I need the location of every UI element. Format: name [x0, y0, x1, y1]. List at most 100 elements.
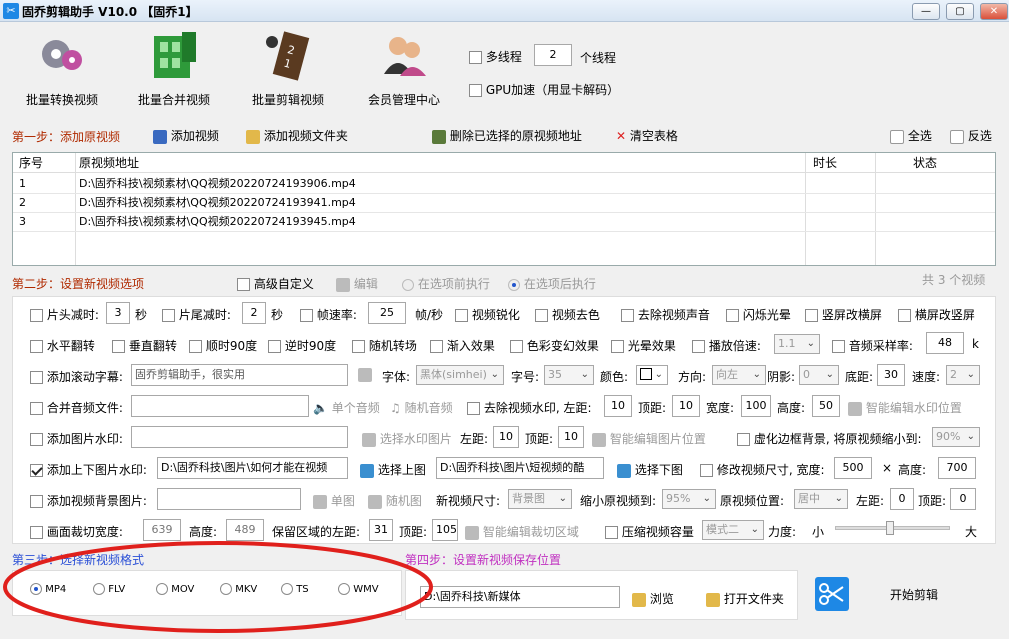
flash-option[interactable]: 闪烁光晕 [726, 306, 791, 323]
bg-image-input[interactable] [157, 488, 301, 510]
keep-left-input[interactable]: 31 [369, 519, 393, 541]
new-size-select[interactable]: 背景图 [508, 489, 572, 509]
remove-watermark-checkbox[interactable] [467, 402, 480, 415]
video-table[interactable]: 序号 原视频地址 时长 状态 1 D:\固乔科技\视频素材\QQ视频202207… [12, 152, 996, 266]
head-cut-checkbox[interactable] [30, 309, 43, 322]
v2h-option[interactable]: 竖屏改横屏 [805, 306, 882, 323]
hflip-option[interactable]: 水平翻转 [30, 337, 95, 354]
img-top-input[interactable]: 10 [558, 426, 584, 448]
wm-height-input[interactable]: 50 [812, 395, 840, 417]
compress-mode-select[interactable]: 模式二 [702, 520, 764, 540]
color-picker[interactable] [636, 365, 668, 385]
scissors-start-icon[interactable] [815, 577, 849, 611]
bg-image-checkbox[interactable] [30, 495, 43, 508]
image-watermark-input[interactable] [131, 426, 348, 448]
position-select[interactable]: 居中 [794, 489, 848, 509]
format-mp4-option[interactable]: MP4 [30, 583, 66, 595]
bottom-image-path-input[interactable]: D:\固乔科技\图片\短视频的酷 [436, 457, 604, 479]
color-fx-checkbox[interactable] [510, 340, 523, 353]
shadow-select[interactable]: 0 [799, 365, 839, 385]
wm-left-input[interactable]: 10 [604, 395, 632, 417]
sharpen-option[interactable]: 视频锐化 [455, 306, 520, 323]
select-all-button[interactable]: 全选 [890, 127, 932, 144]
scroll-speed-select[interactable]: 2 [946, 365, 980, 385]
resize-width-input[interactable]: 500 [834, 457, 872, 479]
header-duration[interactable]: 时长 [813, 153, 837, 173]
keep-top-input[interactable]: 105 [432, 519, 458, 541]
head-cut-option[interactable]: 片头减时: [30, 306, 99, 323]
table-row[interactable]: 3 D:\固乔科技\视频素材\QQ视频20220724193945.mp4 [13, 213, 995, 232]
scroll-subtitle-input[interactable]: 固乔剪辑助手，很实用 [131, 364, 348, 386]
smart-crop-button[interactable]: 智能编辑裁切区域 [465, 523, 579, 540]
header-path[interactable]: 原视频地址 [79, 153, 139, 173]
single-image-button[interactable]: 单图 [313, 492, 355, 509]
shrink-select[interactable]: 95% [662, 489, 716, 509]
format-radio[interactable] [93, 583, 105, 595]
top-image-path-input[interactable]: D:\固乔科技\图片\如何才能在视频 [157, 457, 348, 479]
save-path-input[interactable]: D:\固乔科技\新媒体 [420, 586, 620, 608]
remove-audio-checkbox[interactable] [621, 309, 634, 322]
advanced-checkbox[interactable] [237, 278, 250, 291]
after-option[interactable]: 在选项后执行 [508, 275, 596, 292]
multithread-checkbox[interactable] [469, 51, 482, 64]
header-status[interactable]: 状态 [913, 153, 937, 173]
decolor-checkbox[interactable] [535, 309, 548, 322]
merge-audio-checkbox[interactable] [30, 402, 43, 415]
v2h-checkbox[interactable] [805, 309, 818, 322]
remove-watermark-option[interactable]: 去除视频水印, 左距: [467, 399, 592, 416]
bottom-input[interactable]: 30 [877, 364, 905, 386]
add-video-button[interactable]: 添加视频 [153, 127, 219, 144]
format-mkv-option[interactable]: MKV [220, 583, 257, 595]
format-radio[interactable] [220, 583, 232, 595]
smart-image-button[interactable]: 智能编辑图片位置 [592, 430, 706, 447]
image-watermark-option[interactable]: 添加图片水印: [30, 430, 123, 447]
crop-width-input[interactable]: 639 [143, 519, 181, 541]
select-top-image-button[interactable]: 选择上图 [360, 461, 426, 478]
batch-merge-button[interactable]: 批量合并视频 [124, 30, 224, 108]
table-row[interactable]: 1 D:\固乔科技\视频素材\QQ视频20220724193906.mp4 [13, 175, 995, 194]
pos-left-input[interactable]: 0 [890, 488, 914, 510]
single-audio-button[interactable]: 🔈 单个音频 [313, 399, 380, 416]
fps-checkbox[interactable] [300, 309, 313, 322]
format-radio[interactable] [156, 583, 168, 595]
merge-audio-option[interactable]: 合并音频文件: [30, 399, 123, 416]
before-option[interactable]: 在选项前执行 [402, 275, 490, 292]
top-bottom-image-option[interactable]: 添加上下图片水印: [30, 461, 147, 478]
minimize-button[interactable]: — [912, 3, 940, 20]
fade-in-checkbox[interactable] [430, 340, 443, 353]
gpu-checkbox[interactable] [469, 84, 482, 97]
resize-checkbox[interactable] [700, 464, 713, 477]
sample-rate-option[interactable]: 音频采样率: [832, 337, 913, 354]
clear-table-button[interactable]: ✕ 清空表格 [616, 127, 678, 144]
random-image-button[interactable]: 随机图 [368, 492, 422, 509]
speed-checkbox[interactable] [692, 340, 705, 353]
member-center-button[interactable]: 会员管理中心 [354, 30, 454, 108]
close-button[interactable]: ✕ [980, 3, 1008, 20]
tail-cut-checkbox[interactable] [162, 309, 175, 322]
start-edit-button[interactable]: 开始剪辑 [890, 586, 938, 603]
wm-width-input[interactable]: 100 [741, 395, 771, 417]
select-watermark-image-button[interactable]: 选择水印图片 [362, 430, 452, 447]
add-folder-button[interactable]: 添加视频文件夹 [246, 127, 348, 144]
resize-option[interactable]: 修改视频尺寸, 宽度: [700, 461, 825, 478]
edit-text-icon[interactable] [358, 368, 372, 382]
strength-slider-knob[interactable] [886, 521, 894, 535]
crop-option[interactable]: 画面裁切宽度: [30, 523, 123, 540]
halo-option[interactable]: 光晕效果 [611, 337, 676, 354]
pos-top-input[interactable]: 0 [950, 488, 976, 510]
img-left-input[interactable]: 10 [493, 426, 519, 448]
delete-selected-button[interactable]: 删除已选择的原视频地址 [432, 127, 582, 144]
gpu-option[interactable]: GPU加速（用显卡解码） [469, 81, 619, 98]
random-audio-button[interactable]: ♫ 随机音频 [390, 399, 453, 416]
fps-option[interactable]: 帧速率: [300, 306, 357, 323]
format-wmv-option[interactable]: WMV [338, 583, 379, 595]
fps-input[interactable]: 25 [368, 302, 406, 324]
open-folder-button[interactable]: 打开文件夹 [706, 590, 784, 607]
random-transition-option[interactable]: 随机转场 [352, 337, 417, 354]
advanced-option[interactable]: 高级自定义 [237, 275, 314, 292]
remove-audio-option[interactable]: 去除视频声音 [621, 306, 710, 323]
format-radio[interactable] [338, 583, 350, 595]
image-watermark-checkbox[interactable] [30, 433, 43, 446]
select-bottom-image-button[interactable]: 选择下图 [617, 461, 683, 478]
speed-select[interactable]: 1.1 [774, 334, 820, 354]
